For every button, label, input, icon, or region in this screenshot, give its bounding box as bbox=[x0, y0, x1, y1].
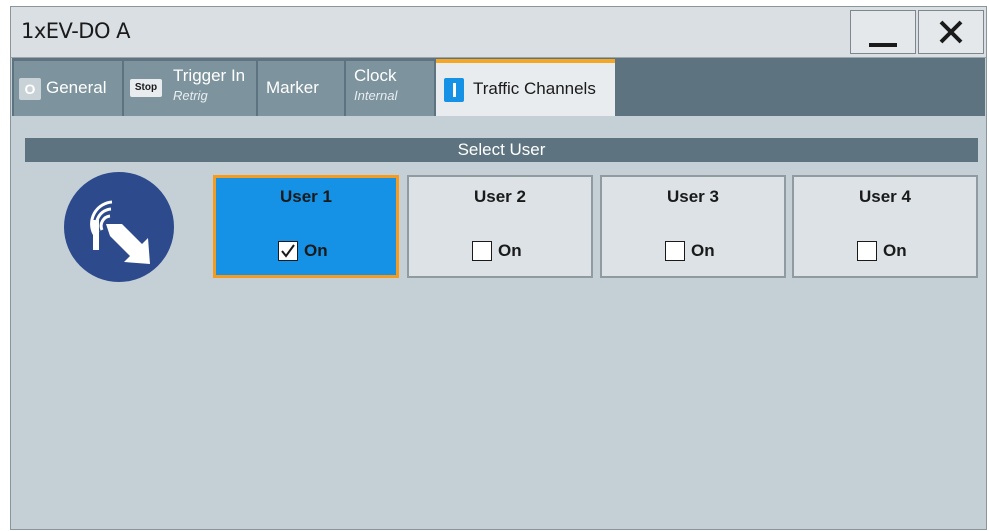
on-label: On bbox=[883, 241, 907, 260]
user-3-button[interactable]: User 3 On bbox=[600, 175, 786, 278]
close-icon bbox=[939, 20, 963, 44]
info-icon bbox=[444, 78, 464, 102]
tab-general[interactable]: O General bbox=[14, 61, 122, 116]
minimize-button[interactable] bbox=[850, 10, 916, 54]
user-2-button[interactable]: User 2 On bbox=[407, 175, 593, 278]
user-name: User 4 bbox=[859, 187, 911, 206]
section-header: Select User bbox=[25, 138, 978, 162]
general-status-icon: O bbox=[19, 78, 41, 100]
user-2-on-checkbox[interactable] bbox=[472, 241, 492, 261]
tab-clock[interactable]: Clock Internal bbox=[346, 61, 434, 116]
user-1-on-checkbox[interactable] bbox=[278, 241, 298, 261]
traffic-channels-panel: Select User User 1 On User 2 On User 3 O… bbox=[12, 116, 985, 529]
user-4-on-checkbox[interactable] bbox=[857, 241, 877, 261]
user-3-on-checkbox[interactable] bbox=[665, 241, 685, 261]
tab-marker[interactable]: Marker bbox=[258, 61, 344, 116]
on-label: On bbox=[304, 241, 328, 260]
minimize-icon bbox=[869, 43, 897, 47]
trigger-stop-icon: Stop bbox=[130, 79, 162, 97]
user-1-button[interactable]: User 1 On bbox=[213, 175, 399, 278]
user-name: User 2 bbox=[474, 187, 526, 206]
user-name: User 3 bbox=[667, 187, 719, 206]
tab-sublabel: Retrig bbox=[173, 88, 208, 103]
title-bar: 1xEV-DO A bbox=[11, 7, 986, 58]
tab-label: Trigger In bbox=[173, 66, 246, 85]
tab-sublabel: Internal bbox=[354, 88, 398, 103]
tab-label: Marker bbox=[266, 78, 319, 97]
on-label: On bbox=[691, 241, 715, 260]
close-button[interactable] bbox=[918, 10, 984, 54]
dialog-window: 1xEV-DO A O General Stop Trigger In Retr… bbox=[10, 6, 987, 530]
checkmark-icon bbox=[281, 244, 295, 258]
user-4-button[interactable]: User 4 On bbox=[792, 175, 978, 278]
user-name: User 1 bbox=[280, 187, 332, 206]
window-title: 1xEV-DO A bbox=[21, 19, 131, 43]
tab-bar: O General Stop Trigger In Retrig Marker … bbox=[12, 58, 985, 116]
tab-label: General bbox=[46, 78, 107, 97]
tab-label: Traffic Channels bbox=[473, 79, 596, 98]
tab-label: Clock bbox=[354, 66, 397, 85]
on-label: On bbox=[498, 241, 522, 260]
tab-trigger-in[interactable]: Stop Trigger In Retrig bbox=[124, 61, 256, 116]
tab-traffic-channels[interactable]: Traffic Channels bbox=[436, 59, 615, 116]
wireless-user-icon bbox=[64, 172, 174, 282]
